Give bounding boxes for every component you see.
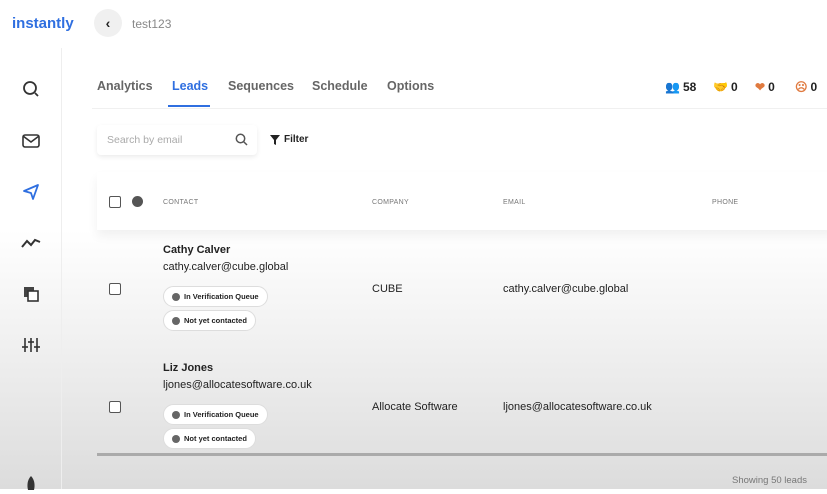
tab-leads[interactable]: Leads [172, 79, 208, 93]
status-badge: Not yet contacted [163, 310, 256, 331]
logo[interactable]: instantly [12, 15, 74, 32]
clock-icon [172, 410, 180, 419]
send-icon[interactable] [20, 181, 42, 203]
search-icon[interactable] [20, 78, 42, 100]
stat-bounced: ❤ 0 [755, 80, 775, 94]
col-contact: CONTACT [163, 199, 199, 206]
tab-options[interactable]: Options [387, 79, 434, 93]
chevron-left-icon: ‹ [105, 15, 111, 31]
search-input[interactable]: Search by email [97, 125, 257, 155]
contact-email: ljones@allocatesoftware.co.uk [163, 379, 312, 391]
stat-unsubscribed: ☹ 0 [795, 80, 818, 94]
active-tab-indicator [168, 105, 210, 107]
campaign-title: test123 [132, 17, 172, 31]
analytics-icon[interactable] [20, 232, 42, 254]
select-all-checkbox[interactable] [109, 196, 121, 208]
tab-sequences[interactable]: Sequences [228, 79, 294, 93]
status-badge: In Verification Queue [163, 286, 268, 307]
contact-name[interactable]: Cathy Calver [163, 244, 230, 256]
mail-icon[interactable] [20, 130, 42, 152]
contact-name[interactable]: Liz Jones [163, 362, 213, 374]
dropdown-icon[interactable] [132, 196, 143, 207]
stat-leads: 👥 58 [665, 80, 697, 94]
copy-icon[interactable] [20, 283, 42, 305]
col-company: COMPANY [372, 199, 409, 206]
broken-heart-icon: ❤ [755, 80, 766, 94]
contact-email: cathy.calver@cube.global [163, 261, 289, 273]
email-cell: cathy.calver@cube.global [503, 283, 629, 295]
company-cell: Allocate Software [372, 401, 458, 413]
users-icon: 👥 [665, 80, 680, 94]
rocket-icon[interactable] [20, 472, 42, 494]
stat-replies: 🤝 0 [713, 80, 738, 94]
handshake-icon: 🤝 [713, 80, 728, 94]
tab-analytics[interactable]: Analytics [97, 79, 153, 93]
tab-schedule[interactable]: Schedule [312, 79, 368, 93]
search-icon[interactable] [235, 133, 248, 151]
leads-count: Showing 50 leads [732, 475, 807, 486]
status-badge: In Verification Queue [163, 404, 268, 425]
filter-button[interactable]: Filter [270, 134, 308, 145]
col-email: EMAIL [503, 199, 526, 206]
col-phone: PHONE [712, 199, 739, 206]
clock-icon [172, 316, 180, 325]
horizontal-scrollbar[interactable] [97, 453, 827, 456]
sidebar [0, 48, 62, 490]
row-checkbox[interactable] [109, 283, 121, 295]
tab-divider [92, 108, 827, 109]
email-cell: ljones@allocatesoftware.co.uk [503, 401, 652, 413]
clock-icon [172, 434, 180, 443]
settings-sliders-icon[interactable] [20, 334, 42, 356]
row-checkbox[interactable] [109, 401, 121, 413]
sad-face-icon: ☹ [795, 80, 808, 94]
clock-icon [172, 292, 180, 301]
status-badge: Not yet contacted [163, 428, 256, 449]
back-button[interactable]: ‹ [94, 9, 122, 37]
filter-icon [270, 134, 280, 145]
filter-label: Filter [284, 134, 309, 145]
company-cell: CUBE [372, 283, 403, 295]
